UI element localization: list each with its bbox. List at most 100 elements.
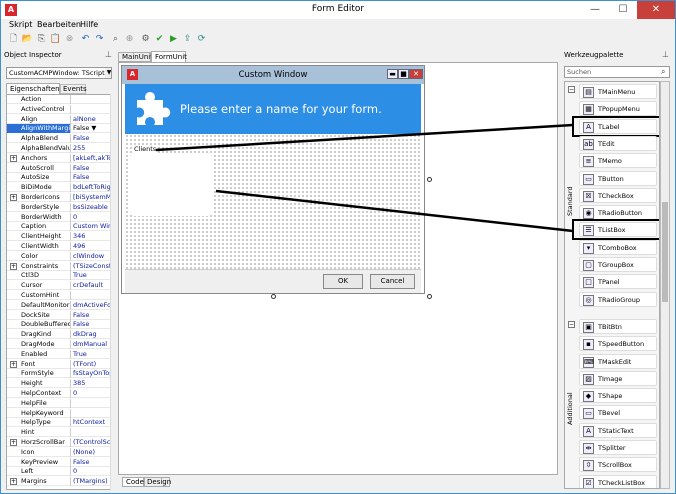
property-value[interactable]: dmActiveForm bbox=[73, 301, 111, 310]
tab-code[interactable]: Code bbox=[122, 477, 144, 487]
tab-eigenschaften[interactable]: Eigenschaften bbox=[6, 83, 60, 94]
zoom-icon[interactable]: ⊕ bbox=[123, 33, 136, 46]
pin-icon[interactable]: ⊥ bbox=[105, 50, 112, 59]
paste-icon[interactable]: 📋 bbox=[49, 33, 62, 46]
property-value[interactable] bbox=[73, 399, 111, 408]
property-value[interactable]: fsStayOnTop bbox=[73, 369, 111, 378]
property-row[interactable]: CustomHint bbox=[7, 291, 111, 300]
expand-icon[interactable]: + bbox=[10, 262, 17, 270]
property-row[interactable]: BorderWidth 0 bbox=[7, 212, 111, 222]
property-value[interactable]: (None) bbox=[73, 448, 111, 457]
property-row[interactable]: Enabled True bbox=[7, 349, 111, 359]
property-value[interactable] bbox=[73, 105, 111, 114]
property-value[interactable]: False bbox=[73, 458, 111, 467]
minimize-icon[interactable]: — bbox=[581, 1, 609, 19]
copy-icon[interactable]: ⎘ bbox=[35, 33, 48, 46]
open-icon[interactable]: 📂 bbox=[21, 33, 34, 46]
property-value[interactable]: 385 bbox=[73, 379, 111, 388]
tab-mainunit[interactable]: MainUnit bbox=[118, 52, 153, 62]
palette-item-tshape[interactable]: ◆ TShape bbox=[579, 388, 657, 404]
menu-skript[interactable]: Skript bbox=[9, 20, 32, 29]
palette-item-tedit[interactable]: ab TEdit bbox=[579, 135, 657, 151]
ok-button[interactable]: OK bbox=[323, 274, 363, 289]
property-value[interactable]: 0 bbox=[73, 389, 111, 398]
form-maximize-icon[interactable]: ■ bbox=[398, 69, 409, 79]
property-value[interactable]: alNone bbox=[73, 115, 111, 124]
property-value[interactable]: False bbox=[73, 134, 111, 143]
property-row[interactable]: HelpKeyword bbox=[7, 408, 111, 418]
run-icon[interactable]: ▶ bbox=[167, 33, 180, 46]
custom-window-form[interactable]: A Custom Window ▬ ■ ✕ Please enter a nam… bbox=[121, 65, 425, 294]
expand-icon[interactable]: + bbox=[10, 478, 17, 486]
palette-scroll-thumb[interactable] bbox=[662, 202, 668, 302]
property-row[interactable]: Left 0 bbox=[7, 467, 111, 477]
property-row[interactable]: ClientHeight 346 bbox=[7, 232, 111, 242]
cancel-button[interactable]: Cancel bbox=[370, 274, 415, 289]
expand-icon[interactable]: + bbox=[10, 360, 17, 368]
property-value[interactable]: False bbox=[73, 173, 111, 182]
property-row[interactable]: ActiveControl bbox=[7, 104, 111, 114]
property-value[interactable]: (TSizeConstraints) bbox=[73, 262, 111, 271]
clients-label[interactable]: Clients bbox=[134, 145, 157, 153]
property-row[interactable]: Anchors+[akLeft,akTop] bbox=[7, 153, 111, 163]
property-row[interactable]: AlignWithMarginsFalse ▼ bbox=[7, 124, 111, 134]
property-value[interactable]: False bbox=[73, 320, 111, 329]
property-value[interactable]: True bbox=[73, 350, 111, 359]
expand-icon[interactable]: + bbox=[10, 439, 17, 446]
palette-scrollbar[interactable] bbox=[660, 81, 670, 489]
property-value[interactable]: False ▼ bbox=[73, 124, 111, 133]
property-row[interactable]: HelpType htContext bbox=[7, 418, 111, 428]
property-row[interactable]: HelpFile bbox=[7, 398, 111, 408]
palette-item-tbitbtn[interactable]: ▣ TBitBtn bbox=[579, 318, 657, 334]
property-row[interactable]: Font + (TFont) bbox=[7, 359, 111, 369]
property-value[interactable]: clWindow bbox=[73, 252, 111, 261]
menu-hilfe[interactable]: Hilfe bbox=[80, 20, 98, 29]
form-close-icon[interactable]: ✕ bbox=[409, 69, 423, 79]
property-row[interactable]: Align alNone bbox=[7, 114, 111, 124]
redo-icon[interactable]: ↷ bbox=[93, 33, 106, 46]
menu-bearbeiten[interactable]: Bearbeiten bbox=[37, 20, 81, 29]
property-value[interactable]: 0 bbox=[73, 467, 111, 476]
pin-icon[interactable]: ⊥ bbox=[662, 50, 669, 59]
resize-handle-corner[interactable] bbox=[427, 294, 432, 299]
find-icon[interactable]: ⌕ bbox=[109, 33, 122, 46]
object-selector[interactable]: CustomACMPWindow: TScriptForm ▼ bbox=[6, 67, 112, 79]
property-row[interactable]: AutoSize False bbox=[7, 173, 111, 183]
palette-item-tchecklistbox[interactable]: ☑ TCheckListBox bbox=[579, 474, 657, 488]
group-collapse-icon[interactable]: − bbox=[568, 86, 575, 93]
property-row[interactable]: Height 385 bbox=[7, 379, 111, 389]
property-value[interactable]: (TControlScrollBar) bbox=[73, 438, 111, 447]
property-value[interactable]: True bbox=[73, 271, 111, 280]
palette-group-standard[interactable]: Standard bbox=[566, 187, 574, 217]
property-value[interactable]: [biSystemMenu] bbox=[73, 193, 111, 202]
property-row[interactable]: Ctl3D True bbox=[7, 271, 111, 281]
palette-item-tcombobox[interactable]: ▾ TComboBox bbox=[579, 239, 657, 255]
palette-item-tbutton[interactable]: ▭ TButton bbox=[579, 170, 657, 186]
resize-handle-right[interactable] bbox=[427, 177, 432, 182]
property-row[interactable]: AlphaBlend False bbox=[7, 134, 111, 144]
property-row[interactable]: AlphaBlendValue 255 bbox=[7, 144, 111, 153]
property-value[interactable]: 346 bbox=[73, 232, 111, 241]
palette-group-additional[interactable]: Additional bbox=[566, 393, 574, 426]
tab-formunit[interactable]: FormUnit bbox=[151, 51, 187, 62]
property-value[interactable]: bdLeftToRight bbox=[73, 183, 111, 192]
property-row[interactable]: BorderIcons+[biSystemMenu] bbox=[7, 193, 111, 202]
palette-item-tradiogroup[interactable]: ◎ TRadioGroup bbox=[579, 291, 657, 307]
property-value[interactable]: htContext bbox=[73, 418, 111, 427]
delete-icon[interactable]: ⊗ bbox=[63, 33, 76, 46]
palette-item-tstatictext[interactable]: A TStaticText bbox=[579, 422, 657, 438]
property-row[interactable]: DoubleBuffered False bbox=[7, 320, 111, 330]
palette-item-timage[interactable]: ▨ TImage bbox=[579, 370, 657, 386]
property-value[interactable]: (TFont) bbox=[73, 360, 111, 369]
settings-icon[interactable]: ⚙ bbox=[139, 33, 152, 46]
tab-events[interactable]: Events bbox=[60, 84, 87, 94]
property-row[interactable]: Color clWindow bbox=[7, 251, 111, 261]
property-value[interactable]: crDefault bbox=[73, 281, 111, 290]
chevron-down-icon[interactable]: ▼ bbox=[89, 124, 96, 132]
property-row[interactable]: BiDiModebdLeftToRight bbox=[7, 183, 111, 193]
property-value[interactable]: False bbox=[73, 311, 111, 320]
form-minimize-icon[interactable]: ▬ bbox=[387, 69, 398, 79]
property-row[interactable]: Margins + (TMargins) bbox=[7, 477, 111, 487]
property-row[interactable]: KeyPreview False bbox=[7, 457, 111, 467]
palette-item-tbevel[interactable]: ▭ TBevel bbox=[579, 405, 657, 421]
